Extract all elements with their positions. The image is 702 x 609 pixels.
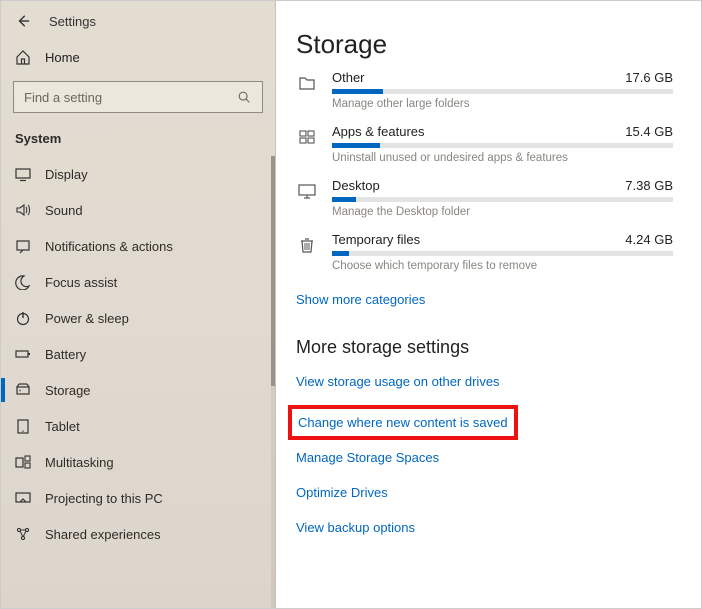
shared-experiences-icon [15, 526, 31, 542]
nav-label: Sound [45, 203, 83, 218]
battery-icon [15, 346, 31, 362]
nav-power-sleep[interactable]: Power & sleep [1, 300, 269, 336]
category-name: Temporary files [332, 232, 420, 247]
nav-label: Display [45, 167, 88, 182]
window-title: Settings [49, 14, 96, 29]
display-icon [15, 166, 31, 182]
category-size: 17.6 GB [625, 70, 673, 85]
tablet-icon [15, 418, 31, 434]
nav-sound[interactable]: Sound [1, 192, 269, 228]
nav-label: Shared experiences [45, 527, 161, 542]
notifications-icon [15, 238, 31, 254]
nav-label: Multitasking [45, 455, 114, 470]
nav-label: Battery [45, 347, 86, 362]
nav-shared-experiences[interactable]: Shared experiences [1, 516, 269, 552]
nav-home[interactable]: Home [1, 39, 275, 75]
more-links: View storage usage on other drives Chang… [296, 368, 673, 541]
link-optimize-drives[interactable]: Optimize Drives [296, 479, 673, 506]
power-icon [15, 310, 31, 326]
folder-icon [296, 72, 318, 94]
category-sub: Manage other large folders [332, 98, 673, 110]
nav-list: Display Sound Notifications & actions Fo… [1, 156, 275, 608]
desktop-icon [296, 180, 318, 202]
nav-focus-assist[interactable]: Focus assist [1, 264, 269, 300]
category-name: Other [332, 70, 365, 85]
search-box[interactable] [13, 81, 263, 113]
nav-notifications[interactable]: Notifications & actions [1, 228, 269, 264]
multitasking-icon [15, 454, 31, 470]
nav-battery[interactable]: Battery [1, 336, 269, 372]
nav-label: Storage [45, 383, 91, 398]
storage-category-desktop[interactable]: Desktop 7.38 GB Manage the Desktop folder [296, 178, 673, 218]
section-label: System [1, 127, 275, 156]
projecting-icon [15, 490, 31, 506]
nav-storage[interactable]: Storage [1, 372, 269, 408]
category-size: 4.24 GB [625, 232, 673, 247]
header: Settings [1, 11, 275, 39]
main-content: Storage Other 17.6 GB Manage other large … [276, 1, 701, 608]
link-view-storage-other-drives[interactable]: View storage usage on other drives [296, 368, 673, 395]
settings-sidebar: Settings Home System Display Sound [1, 1, 276, 608]
nav-multitasking[interactable]: Multitasking [1, 444, 269, 480]
more-storage-heading: More storage settings [296, 337, 673, 358]
category-size: 7.38 GB [625, 178, 673, 193]
search-icon [236, 89, 252, 105]
link-view-backup-options[interactable]: View backup options [296, 514, 673, 541]
nav-label: Projecting to this PC [45, 491, 163, 506]
trash-icon [296, 234, 318, 256]
link-manage-storage-spaces[interactable]: Manage Storage Spaces [296, 444, 673, 471]
nav-tablet[interactable]: Tablet [1, 408, 269, 444]
usage-bar [332, 251, 673, 256]
storage-category-temp[interactable]: Temporary files 4.24 GB Choose which temp… [296, 232, 673, 272]
category-size: 15.4 GB [625, 124, 673, 139]
category-sub: Manage the Desktop folder [332, 206, 673, 218]
link-change-where-new-content-saved[interactable]: Change where new content is saved [298, 409, 508, 436]
nav-display[interactable]: Display [1, 156, 269, 192]
storage-category-apps[interactable]: Apps & features 15.4 GB Uninstall unused … [296, 124, 673, 164]
nav-label: Focus assist [45, 275, 117, 290]
nav-label: Power & sleep [45, 311, 129, 326]
usage-bar [332, 197, 673, 202]
usage-bar [332, 89, 673, 94]
highlighted-link-box: Change where new content is saved [288, 405, 518, 440]
nav-label: Tablet [45, 419, 80, 434]
category-name: Apps & features [332, 124, 425, 139]
category-name: Desktop [332, 178, 380, 193]
usage-bar [332, 143, 673, 148]
nav-projecting[interactable]: Projecting to this PC [1, 480, 269, 516]
home-icon [15, 49, 31, 65]
sound-icon [15, 202, 31, 218]
search-input[interactable] [24, 90, 236, 105]
back-icon[interactable] [15, 13, 31, 29]
page-title: Storage [296, 29, 673, 60]
nav-label: Notifications & actions [45, 239, 173, 254]
category-sub: Uninstall unused or undesired apps & fea… [332, 152, 673, 164]
scrollbar-track[interactable] [271, 156, 275, 608]
show-more-categories-link[interactable]: Show more categories [296, 286, 673, 313]
storage-icon [15, 382, 31, 398]
storage-category-other[interactable]: Other 17.6 GB Manage other large folders [296, 70, 673, 110]
focus-assist-icon [15, 274, 31, 290]
nav-home-label: Home [45, 50, 80, 65]
scrollbar-thumb[interactable] [271, 156, 275, 386]
category-sub: Choose which temporary files to remove [332, 260, 673, 272]
apps-icon [296, 126, 318, 148]
